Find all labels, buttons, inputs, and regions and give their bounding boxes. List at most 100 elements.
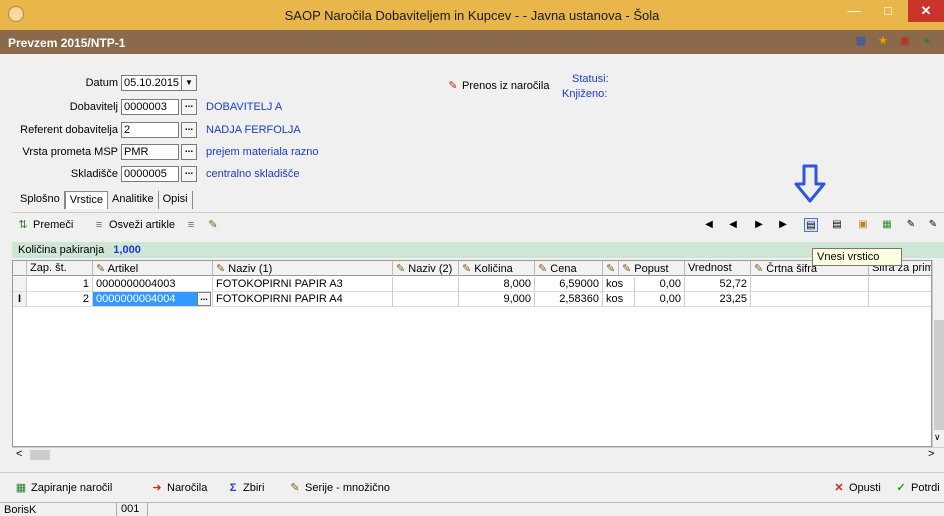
tab-opisi[interactable]: Opisi: [159, 191, 193, 209]
tab-splosno[interactable]: Splošno: [16, 191, 65, 209]
osvezi-button[interactable]: ≡ Osveži artikle: [92, 218, 175, 232]
next-record-icon[interactable]: ▶: [752, 218, 766, 232]
table-cell[interactable]: [393, 277, 459, 292]
scroll-right-icon[interactable]: >: [928, 448, 934, 460]
first-record-icon[interactable]: ◀​: [702, 218, 716, 232]
tab-vrstice[interactable]: Vrstice: [64, 191, 108, 209]
potrdi-label: Potrdi: [911, 482, 940, 494]
prenos-button[interactable]: ✎ Prenos iz naročila: [446, 79, 549, 93]
skladisce-field[interactable]: 0000005: [121, 166, 179, 182]
referent-field[interactable]: 2: [121, 122, 179, 138]
column-header[interactable]: ✎ Cena: [535, 261, 603, 276]
column-header[interactable]: ✎ Naziv (2): [393, 261, 459, 276]
pencil-icon: ✎: [216, 263, 226, 275]
column-header[interactable]: ✎ Količina: [459, 261, 535, 276]
pencil-icon: ✎: [96, 263, 106, 275]
table-cell[interactable]: 0,00: [635, 277, 685, 292]
potrdi-button[interactable]: ✓ Potrdi: [894, 481, 940, 495]
delete-row-icon[interactable]: ▣: [856, 218, 870, 232]
table-cell[interactable]: 2: [27, 292, 93, 307]
row-indicator[interactable]: [13, 277, 27, 292]
column-header[interactable]: Vrednost: [685, 261, 751, 276]
edit-all-icon[interactable]: ✎: [926, 218, 940, 232]
dobavitelj-field[interactable]: 0000003: [121, 99, 179, 115]
close-button[interactable]: ✕: [908, 0, 944, 22]
datum-label: Datum: [85, 77, 118, 89]
hscroll-thumb[interactable]: [30, 450, 50, 460]
table-cell[interactable]: 8,000: [459, 277, 535, 292]
pencil-icon: ✎: [606, 263, 616, 275]
copy-row-icon[interactable]: ▤: [830, 218, 844, 232]
move-icon: ⇅: [18, 219, 28, 231]
table-cell[interactable]: 0000000004003: [93, 277, 213, 292]
vertical-scrollbar[interactable]: ∨: [932, 260, 944, 447]
serije-label: Serije - množično: [305, 482, 390, 494]
vrsta-lookup-button[interactable]: ...: [181, 144, 197, 160]
cancel-icon: ✕: [834, 482, 844, 494]
skladisce-lookup-button[interactable]: ...: [181, 166, 197, 182]
scroll-down-icon[interactable]: ∨: [934, 432, 941, 443]
column-header[interactable]: ✎: [603, 261, 619, 276]
table-cell[interactable]: [393, 292, 459, 307]
table-cell[interactable]: 2,58360: [535, 292, 603, 307]
status-user: BorisK: [4, 504, 37, 516]
sigma-icon: Σ: [229, 482, 237, 494]
save-icon[interactable]: ▣: [898, 34, 912, 48]
zapiranje-button[interactable]: ▦ Zapiranje naročil: [14, 481, 113, 495]
table-cell[interactable]: 23,25: [685, 292, 751, 307]
table-cell[interactable]: 6,59000: [535, 277, 603, 292]
insert-row-icon[interactable]: ▤: [804, 218, 818, 232]
table-cell[interactable]: 0,00: [635, 292, 685, 307]
last-record-icon[interactable]: ▶​: [776, 218, 790, 232]
column-header[interactable]: ✎ Naziv (1): [213, 261, 393, 276]
serije-button[interactable]: ✎ Serije - množično: [288, 481, 390, 495]
table-cell[interactable]: kos: [603, 277, 635, 292]
kolicina-value: 1,000: [113, 244, 141, 256]
title-bar: SAOP Naročila Dobaviteljem in Kupcev - -…: [0, 0, 944, 30]
chevron-down-icon[interactable]: ▼: [181, 75, 197, 91]
maximize-button[interactable]: □: [872, 0, 904, 22]
premeci-button[interactable]: ⇅ Premeči: [16, 218, 73, 232]
edit-row-icon[interactable]: ✎: [904, 218, 918, 232]
table-cell[interactable]: FOTOKOPIRNI PAPIR A3: [213, 277, 393, 292]
narocila-button[interactable]: ➜ Naročila: [150, 481, 207, 495]
dobavitelj-name: DOBAVITELJ A: [206, 101, 283, 113]
opusti-button[interactable]: ✕ Opusti: [832, 481, 880, 495]
pencil-icon: ✎: [622, 263, 632, 275]
tab-analitike[interactable]: Analitike: [108, 191, 159, 209]
export-icon[interactable]: ▦: [880, 218, 894, 232]
artikel-edit-input[interactable]: 0000000004004: [93, 292, 197, 306]
referent-lookup-button[interactable]: ...: [181, 122, 197, 138]
column-header[interactable]: ✎ Popust: [619, 261, 685, 276]
premeci-label: Premeči: [33, 219, 74, 231]
scrollbar-thumb[interactable]: [934, 320, 944, 430]
row-indicator-cursor[interactable]: I: [13, 292, 27, 307]
vrsta-field[interactable]: PMR: [121, 144, 179, 160]
scroll-left-icon[interactable]: <: [16, 448, 22, 460]
table-cell[interactable]: [751, 292, 869, 307]
exit-icon[interactable]: ●: [920, 34, 934, 48]
table-cell[interactable]: 9,000: [459, 292, 535, 307]
edit-series-icon[interactable]: ✎: [206, 218, 220, 232]
zbiri-button[interactable]: Σ Zbiri: [226, 481, 265, 495]
previous-record-icon[interactable]: ◀: [726, 218, 740, 232]
artikel-lookup-button[interactable]: ...: [197, 292, 211, 306]
referent-label: Referent dobavitelja: [20, 124, 118, 136]
star-icon[interactable]: ★: [876, 34, 890, 48]
horizontal-scrollbar[interactable]: < >: [12, 447, 944, 461]
table-cell[interactable]: 0000000004004...: [93, 292, 213, 307]
column-header-label: Količina: [474, 263, 513, 275]
table-cell[interactable]: kos: [603, 292, 635, 307]
table-cell[interactable]: FOTOKOPIRNI PAPIR A4: [213, 292, 393, 307]
table-cell[interactable]: [869, 292, 931, 307]
table-cell[interactable]: 52,72: [685, 277, 751, 292]
table-cell[interactable]: 1: [27, 277, 93, 292]
table-cell[interactable]: [751, 277, 869, 292]
column-header[interactable]: Zap. št.: [27, 261, 93, 276]
table-cell[interactable]: [869, 277, 931, 292]
tree-icon[interactable]: ▦: [854, 34, 868, 48]
dobavitelj-lookup-button[interactable]: ...: [181, 99, 197, 115]
column-header[interactable]: ✎ Artikel: [93, 261, 213, 276]
minimize-button[interactable]: —: [838, 0, 870, 22]
list-edit-icon[interactable]: ≡: [184, 218, 198, 232]
